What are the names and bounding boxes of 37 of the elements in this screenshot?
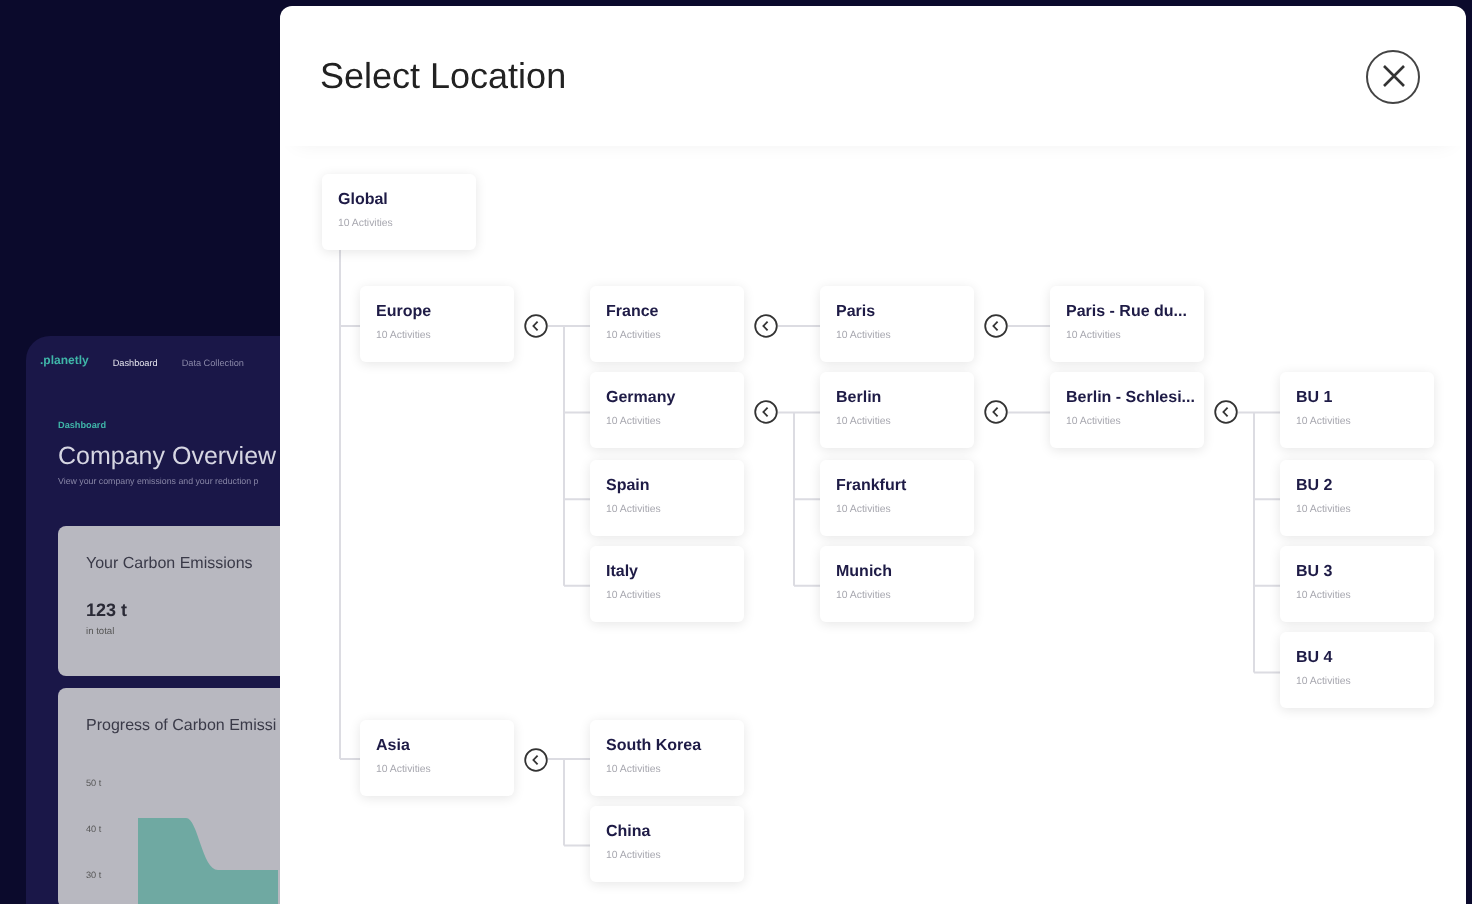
page-title: Company Overview (58, 442, 279, 470)
collapse-chevron-icon[interactable] (524, 747, 548, 771)
location-name: BU 4 (1296, 648, 1335, 667)
location-name: Berlin (836, 388, 884, 407)
card-title: Progress of Carbon Emissi (86, 716, 279, 734)
collapse-chevron-icon[interactable] (1214, 400, 1238, 425)
card-title: Your Carbon Emissions (86, 554, 255, 572)
location-name: Munich (836, 561, 894, 580)
location-name: Spain (606, 475, 652, 494)
location-name: France (606, 302, 661, 320)
collapse-chevron-icon[interactable] (754, 400, 778, 425)
location-name: Paris - Rue du... (1066, 302, 1189, 320)
tree-connector (1007, 325, 1051, 327)
location-name: South Korea (606, 735, 704, 753)
emissions-value: 123 t (86, 600, 130, 620)
tree-connector (777, 325, 821, 327)
close-button[interactable] (1366, 49, 1420, 103)
location-name: Asia (376, 735, 412, 753)
tree-connector (547, 758, 591, 847)
location-name: Germany (606, 388, 678, 407)
tree-connector (1007, 411, 1051, 414)
location-name: Italy (606, 561, 641, 580)
collapse-chevron-icon[interactable] (524, 314, 548, 338)
location-name: BU 3 (1296, 561, 1335, 580)
location-name: Global (338, 190, 390, 208)
collapse-chevron-icon[interactable] (984, 314, 1008, 338)
close-icon (1381, 64, 1405, 88)
collapse-chevron-icon[interactable] (754, 314, 778, 338)
dialog-title: Select Location (320, 55, 567, 97)
location-name: Paris (836, 302, 878, 320)
location-name: BU 2 (1296, 475, 1335, 494)
location-name: China (606, 821, 653, 840)
location-name: Berlin - Schlesi... (1066, 388, 1197, 407)
location-name: Europe (376, 302, 434, 320)
location-name: Frankfurt (836, 475, 909, 494)
collapse-chevron-icon[interactable] (984, 400, 1008, 425)
location-name: BU 1 (1296, 388, 1335, 407)
